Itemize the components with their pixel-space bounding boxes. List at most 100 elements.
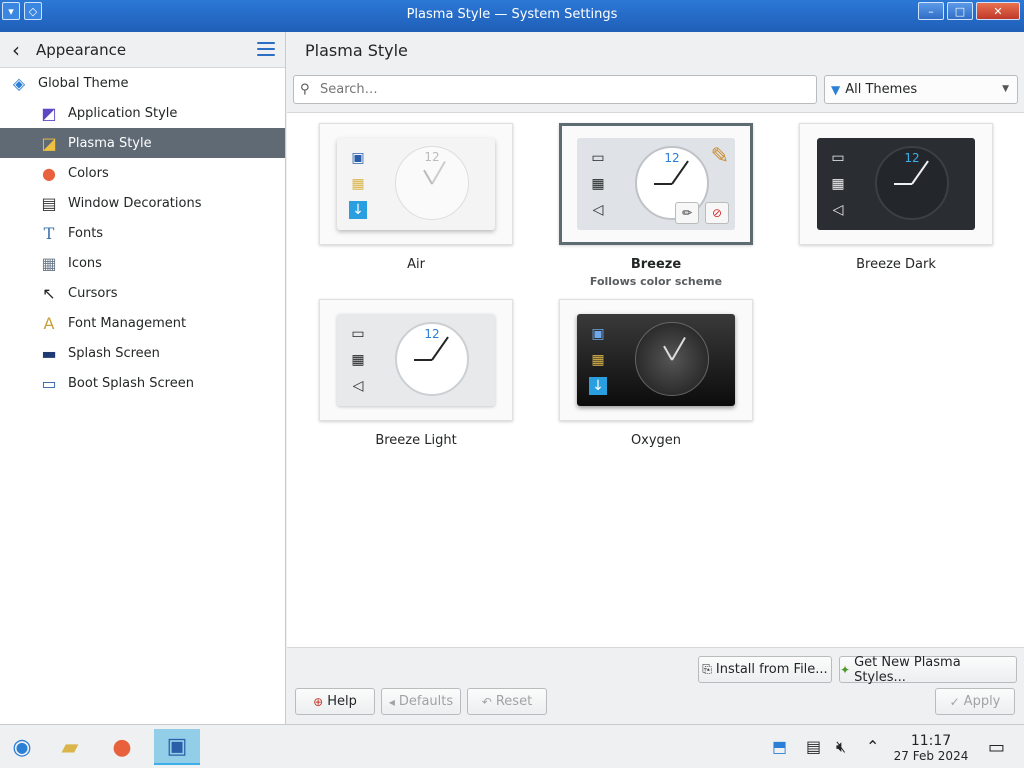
window-controls: – □ ✕ [918,2,1020,20]
colors-icon: ● [42,163,56,183]
start-menu-icon[interactable]: ◉ [4,729,40,765]
clock-preview: 12 [395,146,469,220]
window-decorations-icon: ▤ [41,193,57,213]
help-button[interactable]: ⊕ Help [295,688,375,715]
apps-icon: ▦ [591,352,605,368]
sidebar-item-font-management[interactable]: A Font Management [0,308,285,338]
splash-screen-icon: ▬ [41,343,57,363]
get-new-label: Get New Plasma Styles... [854,654,961,685]
sidebar-item-cursors[interactable]: ↖ Cursors [0,278,285,308]
file-manager-icon[interactable]: ▰ [52,729,88,765]
clipboard-icon[interactable]: ▤ [806,737,821,756]
digital-clock[interactable]: 11:17 27 Feb 2024 [884,733,978,763]
clock-hour-hand [654,183,672,185]
monitor-icon: ▭ [591,150,605,166]
sidebar: ‹ Appearance ◈ Global Theme ◩ Applicatio… [0,32,286,724]
theme-tile-breeze-dark[interactable]: ▭ ▦ ◁ 12 Breeze Dark [799,123,993,272]
theme-preview-frame[interactable]: ▭ ▦ ◁ 12 ✎ ✏ ⊘ [559,123,753,245]
search-icon: ⚲ [300,82,310,97]
search-input[interactable] [320,82,816,97]
clock-number: 12 [904,151,920,165]
taskbar: ◉ ▰ ● ▣ ⬒ ▤ 🔇︎ ⌃ 11:17 27 Feb 2024 ▭ [0,724,1024,768]
show-desktop-icon[interactable]: ▭ [988,737,1005,758]
palette-icon: ✎ [710,144,729,169]
system-settings-window: ‹ Appearance ◈ Global Theme ◩ Applicatio… [0,32,1024,724]
page-title: Plasma Style [305,40,408,60]
back-arrow-icon[interactable]: ‹ [12,38,30,62]
theme-tile-breeze-light[interactable]: ▭ ▦ ◁ 12 Breeze Light [319,299,513,448]
sidebar-item-label: Window Decorations [68,195,202,211]
remove-theme-button[interactable]: ⊘ [705,202,729,224]
sidebar-item-label: Icons [68,255,102,271]
reset-button[interactable]: ↶ Reset [467,688,547,715]
theme-tile-breeze[interactable]: ▭ ▦ ◁ 12 ✎ ✏ ⊘ Breeze Follows color sche… [559,123,753,288]
minimize-button[interactable]: – [918,2,944,20]
firefox-icon[interactable]: ● [104,729,140,765]
apply-icon: ✓ [949,694,960,709]
sidebar-item-label: Application Style [68,105,178,121]
install-from-file-label: Install from File... [715,662,828,677]
apply-button[interactable]: ✓ Apply [935,688,1015,715]
application-style-icon: ◩ [41,103,57,123]
sidebar-item-window-decorations[interactable]: ▤ Window Decorations [0,188,285,218]
theme-preview-frame[interactable]: ▣ ▦ ↓ 12 [319,123,513,245]
theme-preview-frame[interactable]: ▭ ▦ ◁ 12 [319,299,513,421]
global-theme-icon: ◈ [12,73,26,93]
sidebar-item-plasma-style[interactable]: ◪ Plasma Style [0,128,285,158]
volume-muted-icon[interactable]: 🔇︎ [836,737,846,757]
close-button[interactable]: ✕ [976,2,1020,20]
sidebar-list: ◈ Global Theme ◩ Application Style ◪ Pla… [0,68,285,398]
icons-icon: ▦ [41,253,57,273]
install-from-file-button[interactable]: ⎘ Install from File... [698,656,832,683]
grid-icon: ▦ [831,176,845,192]
back-circle-icon: ◁ [592,202,604,218]
sidebar-item-splash-screen[interactable]: ▬ Splash Screen [0,338,285,368]
back-circle-icon: ◁ [832,202,844,218]
maximize-button[interactable]: □ [947,2,973,20]
clock-hour-hand [894,183,912,185]
theme-preview-frame[interactable]: ▣ ▦ ↓ [559,299,753,421]
theme-filter-dropdown[interactable]: ▼ All Themes ▼ [824,75,1018,104]
defaults-icon: ◂ [388,694,395,709]
sidebar-item-label: Boot Splash Screen [68,375,194,391]
main-panel: Plasma Style ⚲ ▼ All Themes ▼ ▣ ▦ ↓ [287,32,1024,724]
preview-icons: ▣ ▦ ↓ [583,325,613,395]
get-new-plasma-styles-button[interactable]: ✦ Get New Plasma Styles... [839,654,1017,685]
sidebar-item-colors[interactable]: ● Colors [0,158,285,188]
theme-name: Breeze Dark [856,257,936,272]
theme-tile-air[interactable]: ▣ ▦ ↓ 12 Air [319,123,513,272]
system-settings-task-icon[interactable]: ▣ [154,729,200,765]
theme-tile-oxygen[interactable]: ▣ ▦ ↓ Oxygen [559,299,753,448]
sidebar-item-label: Cursors [68,285,118,301]
clock-number: 12 [424,327,440,341]
theme-preview-frame[interactable]: ▭ ▦ ◁ 12 [799,123,993,245]
reset-label: Reset [495,694,533,709]
search-box[interactable]: ⚲ [293,75,817,104]
clock-number: 12 [424,150,440,164]
theme-name: Oxygen [630,433,682,448]
clock-number: 12 [664,151,680,165]
sidebar-item-icons[interactable]: ▦ Icons [0,248,285,278]
chevron-down-icon: ▼ [1002,84,1009,94]
hamburger-menu-icon[interactable] [257,42,275,56]
grid-icon: ▦ [351,352,365,368]
help-label: Help [327,694,357,709]
chevron-up-icon[interactable]: ⌃ [866,737,879,756]
clock-preview [635,322,709,396]
defaults-button[interactable]: ◂ Defaults [381,688,461,715]
theme-name: Breeze Light [375,433,457,448]
sidebar-item-fonts[interactable]: T Fonts [0,218,285,248]
sidebar-item-global-theme[interactable]: ◈ Global Theme [0,68,285,98]
sidebar-item-application-style[interactable]: ◩ Application Style [0,98,285,128]
preview-icons: ▭ ▦ ◁ [823,149,853,219]
sidebar-item-label: Plasma Style [68,135,152,151]
preview-icons: ▣ ▦ ↓ [343,149,373,219]
edit-theme-button[interactable]: ✏ [675,202,699,224]
clock-hour-hand [414,359,432,361]
updates-icon[interactable]: ⬒ [772,737,787,756]
clock-date: 27 Feb 2024 [893,749,969,763]
install-icon: ⎘ [702,662,712,676]
theme-subtitle: Follows color scheme [589,275,723,288]
sidebar-item-boot-splash-screen[interactable]: ▭ Boot Splash Screen [0,368,285,398]
clock-hour-hand [423,169,433,185]
